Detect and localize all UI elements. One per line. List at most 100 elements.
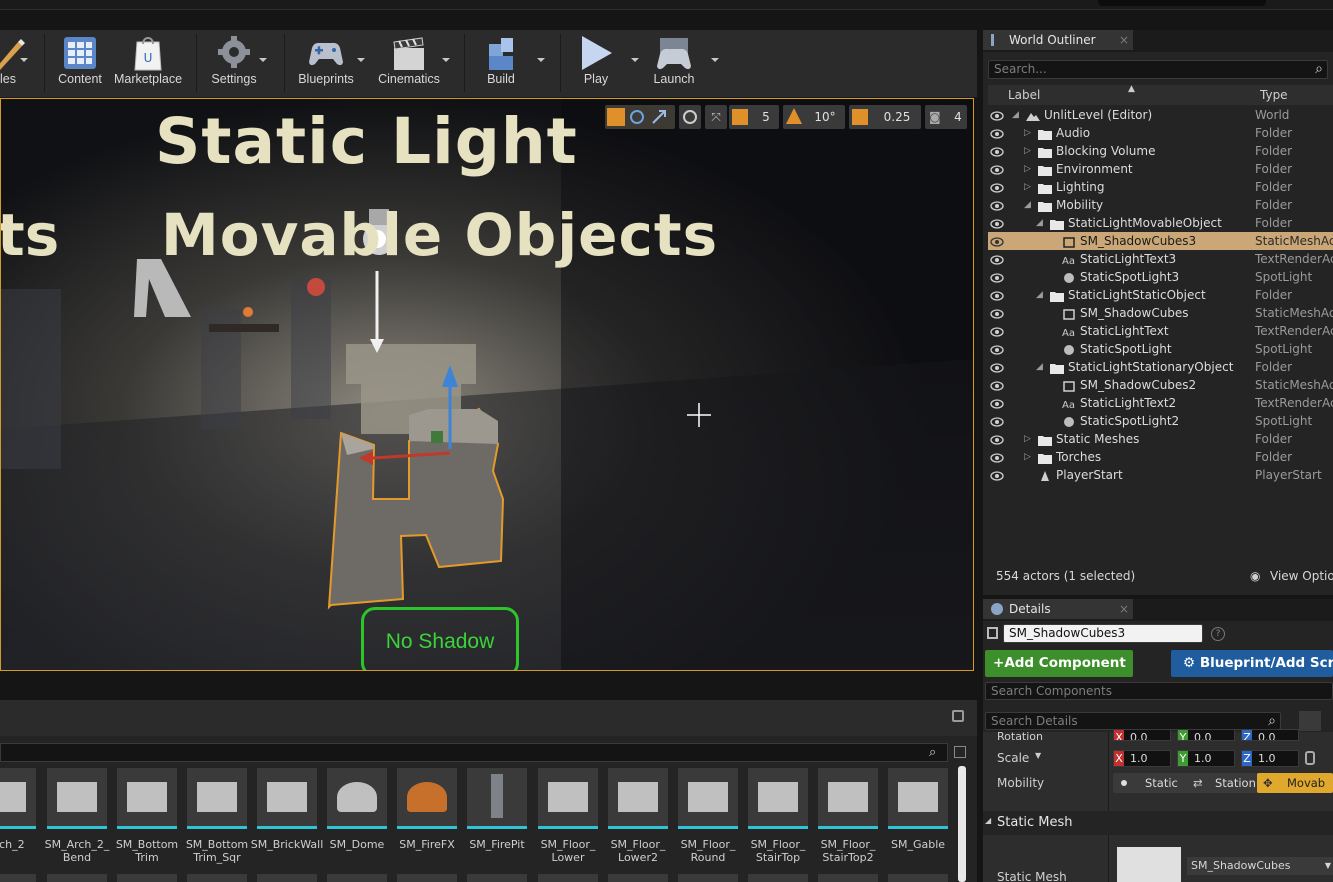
outliner-row[interactable]: SM_ShadowCubes StaticMeshAct: [988, 304, 1333, 322]
asset-thumbnail-next-row[interactable]: [538, 874, 598, 882]
asset-thumbnail-next-row[interactable]: [117, 874, 177, 882]
view-options-button[interactable]: View Option: [1270, 565, 1333, 587]
asset-thumbnail-next-row[interactable]: [0, 874, 36, 882]
outliner-row[interactable]: StaticSpotLight SpotLight: [988, 340, 1333, 358]
asset-thumbnail-next-row[interactable]: [397, 874, 457, 882]
eye-icon[interactable]: [990, 235, 1004, 247]
mobility-movable-option[interactable]: ✥ Movab: [1257, 773, 1333, 793]
expand-arrow-icon[interactable]: ▷: [1024, 448, 1031, 466]
modes-button[interactable]: les: [0, 30, 26, 96]
mobility-stationary-option[interactable]: ⇄ Station: [1185, 773, 1257, 793]
outliner-row[interactable]: StaticSpotLight2 SpotLight: [988, 412, 1333, 430]
scale-snap-control[interactable]: 0.25: [849, 105, 921, 129]
asset-thumbnail[interactable]: [678, 768, 738, 829]
mobility-static-option[interactable]: Static: [1113, 773, 1185, 793]
property-matrix-icon[interactable]: [1299, 711, 1321, 731]
asset-thumbnail-next-row[interactable]: [467, 874, 527, 882]
cinematics-button[interactable]: Cinematics: [372, 30, 446, 96]
rotation-z-field[interactable]: Z 0.0: [1241, 729, 1299, 741]
outliner-row[interactable]: Aa StaticLightText2 TextRenderAct: [988, 394, 1333, 412]
expand-arrow-icon[interactable]: ▷: [1024, 178, 1031, 196]
static-mesh-combo[interactable]: SM_ShadowCubes ▼: [1187, 857, 1333, 875]
outliner-search-input[interactable]: Search... ⌕: [988, 60, 1328, 79]
settings-button[interactable]: Settings: [204, 30, 264, 96]
scale-x-field[interactable]: X 1.0: [1113, 750, 1171, 767]
settings-dropdown-arrow[interactable]: [259, 58, 267, 62]
static-mesh-thumbnail[interactable]: [1117, 847, 1181, 882]
content-button[interactable]: Content: [54, 30, 106, 96]
eye-icon[interactable]: [990, 127, 1004, 139]
tab-world-outliner[interactable]: World Outliner ×: [983, 30, 1133, 50]
asset-thumbnail-next-row[interactable]: [678, 874, 738, 882]
blueprint-add-script-button[interactable]: ⚙ Blueprint/Add Scrip: [1171, 650, 1333, 677]
eye-icon[interactable]: [990, 271, 1004, 283]
outliner-row[interactable]: ▷ Audio Folder: [988, 124, 1333, 142]
camera-speed-control[interactable]: ◙ 4: [925, 105, 967, 129]
close-icon[interactable]: ×: [1119, 599, 1129, 619]
asset-thumbnail[interactable]: [117, 768, 177, 829]
outliner-row[interactable]: PlayerStart PlayerStart: [988, 466, 1333, 484]
scale-z-field[interactable]: Z 1.0: [1241, 750, 1299, 767]
asset-thumbnail-next-row[interactable]: [187, 874, 247, 882]
outliner-row[interactable]: ▷ Blocking Volume Folder: [988, 142, 1333, 160]
blueprints-button[interactable]: Blueprints: [292, 30, 360, 96]
level-viewport[interactable]: Static Light Movable Objects ts No Shado…: [0, 98, 974, 671]
expand-arrow-icon[interactable]: ▷: [1024, 430, 1031, 448]
eye-icon[interactable]: [990, 361, 1004, 373]
launch-dropdown-arrow[interactable]: [711, 58, 719, 62]
static-mesh-section-header[interactable]: ◢ Static Mesh: [983, 811, 1333, 835]
collapse-arrow-icon[interactable]: ◢: [1024, 196, 1031, 214]
asset-thumbnail-next-row[interactable]: [608, 874, 668, 882]
outliner-row[interactable]: ◢ Mobility Folder: [988, 196, 1333, 214]
eye-icon[interactable]: [990, 145, 1004, 157]
asset-thumbnail[interactable]: [818, 768, 878, 829]
surface-snap-toggle[interactable]: ⤧: [705, 105, 727, 129]
asset-thumbnail[interactable]: [888, 768, 948, 829]
grid-snap-control[interactable]: 5: [729, 105, 779, 129]
expand-arrow-icon[interactable]: ▷: [1024, 160, 1031, 178]
rotation-y-field[interactable]: Y 0.0: [1177, 729, 1235, 741]
expand-arrow-icon[interactable]: ▷: [1024, 142, 1031, 160]
eye-icon[interactable]: [990, 397, 1004, 409]
cinematics-dropdown-arrow[interactable]: [442, 58, 450, 62]
play-dropdown-arrow[interactable]: [631, 58, 639, 62]
expand-arrow-icon[interactable]: ▷: [1024, 124, 1031, 142]
asset-thumbnail[interactable]: [327, 768, 387, 829]
play-button[interactable]: Play: [570, 30, 622, 96]
eye-icon[interactable]: [990, 253, 1004, 265]
rotation-x-field[interactable]: X 0.0: [1113, 729, 1171, 741]
blueprints-dropdown-arrow[interactable]: [357, 58, 365, 62]
eye-icon[interactable]: [990, 199, 1004, 211]
outliner-row[interactable]: ◢ StaticLightStationaryObject Folder: [988, 358, 1333, 376]
asset-thumbnail[interactable]: [608, 768, 668, 829]
asset-thumbnail-next-row[interactable]: [818, 874, 878, 882]
build-dropdown-arrow[interactable]: [537, 58, 545, 62]
outliner-row[interactable]: SM_ShadowCubes3 StaticMeshAct: [988, 232, 1333, 250]
asset-thumbnail[interactable]: [748, 768, 808, 829]
eye-icon[interactable]: [990, 433, 1004, 445]
eye-icon[interactable]: [990, 325, 1004, 337]
eye-icon[interactable]: [990, 469, 1004, 481]
asset-search-input[interactable]: ⌕: [0, 743, 948, 762]
marketplace-button[interactable]: U Marketplace: [110, 30, 186, 96]
collapse-arrow-icon[interactable]: ◢: [1036, 358, 1043, 376]
build-button[interactable]: Build: [474, 30, 528, 96]
search-help-box[interactable]: [1098, 0, 1266, 6]
asset-scrollbar[interactable]: [958, 766, 966, 882]
transform-mode-group[interactable]: [605, 105, 675, 129]
eye-icon[interactable]: [990, 343, 1004, 355]
asset-thumbnail-next-row[interactable]: [47, 874, 107, 882]
outliner-row[interactable]: ▷ Lighting Folder: [988, 178, 1333, 196]
world-local-toggle[interactable]: [679, 105, 701, 129]
help-icon[interactable]: ?: [1211, 627, 1225, 641]
eye-icon[interactable]: [990, 415, 1004, 427]
search-details-input[interactable]: Search Details ⌕: [985, 712, 1281, 730]
tab-details[interactable]: Details ×: [983, 599, 1133, 619]
outliner-row[interactable]: ▷ Environment Folder: [988, 160, 1333, 178]
eye-icon[interactable]: [990, 217, 1004, 229]
outliner-row[interactable]: SM_ShadowCubes2 StaticMeshAct: [988, 376, 1333, 394]
eye-icon[interactable]: [990, 109, 1004, 121]
close-icon[interactable]: ×: [1119, 30, 1129, 50]
lock-icon[interactable]: [952, 710, 964, 722]
eye-icon[interactable]: [990, 379, 1004, 391]
